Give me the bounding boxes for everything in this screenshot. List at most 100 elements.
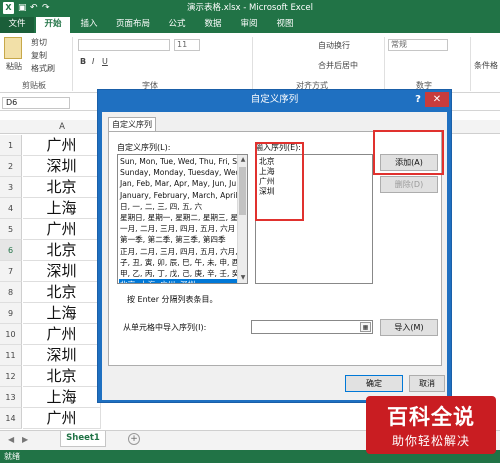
- tab-formulas[interactable]: 公式: [160, 17, 194, 33]
- row-header[interactable]: 11: [0, 345, 22, 366]
- scroll-down-icon[interactable]: ▼: [238, 273, 247, 283]
- tab-file[interactable]: 文件: [0, 17, 34, 33]
- cell-a[interactable]: 上海: [23, 387, 101, 408]
- tab-page-layout[interactable]: 页面布局: [108, 17, 158, 33]
- help-icon[interactable]: ?: [413, 92, 423, 108]
- ribbon: 粘贴 剪切 复制 格式刷 剪贴板 11 B I U 字体 自动换行 合并后居中 …: [0, 33, 500, 93]
- cell-a[interactable]: 北京: [23, 240, 101, 261]
- dialog-body: 自定义序列 自定义序列(L): Sun, Mon, Tue, Wed, Thu,…: [102, 112, 447, 400]
- add-sheet-icon[interactable]: +: [128, 433, 140, 445]
- import-button[interactable]: 导入(M): [380, 319, 438, 336]
- sheet-tab-sheet1[interactable]: Sheet1: [60, 431, 106, 447]
- custom-list-item[interactable]: 日, 一, 二, 三, 四, 五, 六: [119, 201, 237, 212]
- scroll-up-icon[interactable]: ▲: [238, 155, 247, 165]
- window-title: 演示表格.xlsx - Microsoft Excel: [187, 3, 313, 13]
- paste-icon[interactable]: [4, 37, 22, 59]
- custom-list-item[interactable]: 甲, 乙, 丙, 丁, 戊, 己, 庚, 辛, 壬, 癸: [119, 268, 237, 279]
- conditional-format-button[interactable]: 条件格: [474, 60, 498, 71]
- number-format-combo[interactable]: 常规: [388, 39, 448, 51]
- dialog-title: 自定义序列: [250, 94, 299, 105]
- column-header-a[interactable]: A: [23, 120, 101, 134]
- custom-lists-listbox[interactable]: Sun, Mon, Tue, Wed, Thu, Fri, S Sunday, M…: [117, 154, 248, 284]
- select-all-corner[interactable]: [0, 120, 23, 134]
- row-header[interactable]: 8: [0, 282, 22, 303]
- row-header[interactable]: 7: [0, 261, 22, 282]
- paste-button[interactable]: 粘贴: [6, 61, 22, 72]
- cell-a[interactable]: 北京: [23, 177, 101, 198]
- custom-list-item[interactable]: 子, 丑, 寅, 卯, 辰, 巳, 午, 未, 申, 酉: [119, 257, 237, 268]
- tab-home[interactable]: 开始: [36, 17, 70, 33]
- underline-icon[interactable]: U: [102, 57, 108, 66]
- cell-a[interactable]: 广州: [23, 324, 101, 345]
- row-header[interactable]: 14: [0, 408, 22, 429]
- tab-insert[interactable]: 插入: [72, 17, 106, 33]
- scroll-thumb[interactable]: [239, 167, 246, 215]
- bold-icon[interactable]: B: [80, 57, 86, 66]
- copy-button[interactable]: 复制: [31, 50, 47, 61]
- ribbon-separator: [384, 37, 385, 91]
- row-header[interactable]: 9: [0, 303, 22, 324]
- italic-icon[interactable]: I: [92, 57, 94, 66]
- row-header[interactable]: 4: [0, 198, 22, 219]
- row-header[interactable]: 12: [0, 366, 22, 387]
- row-header[interactable]: 2: [0, 156, 22, 177]
- custom-lists-label: 自定义序列(L):: [117, 143, 171, 152]
- name-box[interactable]: D6: [2, 97, 70, 109]
- import-range-input[interactable]: ▦: [251, 320, 373, 334]
- custom-list-item[interactable]: Jan, Feb, Mar, Apr, May, Jun, Ju: [119, 178, 237, 189]
- ribbon-tab-bar: 文件 开始 插入 页面布局 公式 数据 审阅 视图: [0, 16, 500, 33]
- font-name-combo[interactable]: [78, 39, 170, 51]
- cell-a[interactable]: 深圳: [23, 261, 101, 282]
- highlight-add-box: [373, 130, 444, 175]
- custom-list-item[interactable]: 一月, 二月, 三月, 四月, 五月, 六月: [119, 223, 237, 234]
- row-header[interactable]: 3: [0, 177, 22, 198]
- custom-list-item[interactable]: Sun, Mon, Tue, Wed, Thu, Fri, S: [119, 156, 237, 167]
- tab-review[interactable]: 审阅: [232, 17, 266, 33]
- row-header[interactable]: 5: [0, 219, 22, 240]
- cell-a[interactable]: 广州: [23, 408, 101, 429]
- listbox-scrollbar[interactable]: ▲ ▼: [237, 155, 247, 283]
- ok-button[interactable]: 确定: [345, 375, 403, 392]
- cell-a[interactable]: 北京: [23, 366, 101, 387]
- cell-a[interactable]: 广州: [23, 135, 101, 156]
- custom-list-item[interactable]: 北京, 上海, 广州, 深圳: [119, 279, 237, 283]
- import-label: 从单元格中导入序列(I):: [123, 323, 207, 332]
- sheet-next-icon[interactable]: ▶: [22, 435, 28, 444]
- range-picker-icon[interactable]: ▦: [360, 322, 371, 332]
- title-bar: X ▣ ↶ ↷ 演示表格.xlsx - Microsoft Excel: [0, 0, 500, 16]
- row-header[interactable]: 13: [0, 387, 22, 408]
- custom-list-item[interactable]: 星期日, 星期一, 星期二, 星期三, 星: [119, 212, 237, 223]
- tab-view[interactable]: 视图: [268, 17, 302, 33]
- merge-center-button[interactable]: 合并后居中: [318, 60, 358, 71]
- close-icon[interactable]: ✕: [425, 92, 449, 107]
- ribbon-separator: [72, 37, 73, 91]
- cell-a[interactable]: 上海: [23, 198, 101, 219]
- clipboard-group-label: 剪贴板: [22, 81, 46, 90]
- font-size-combo[interactable]: 11: [174, 39, 200, 51]
- cell-a[interactable]: 上海: [23, 303, 101, 324]
- highlight-entries-box: [255, 142, 304, 221]
- watermark-subtitle: 助你轻松解决: [391, 434, 470, 448]
- cell-a[interactable]: 深圳: [23, 345, 101, 366]
- cell-a[interactable]: 广州: [23, 219, 101, 240]
- cell-a[interactable]: 北京: [23, 282, 101, 303]
- cell-a[interactable]: 深圳: [23, 156, 101, 177]
- sheet-prev-icon[interactable]: ◀: [8, 435, 14, 444]
- row-header[interactable]: 10: [0, 324, 22, 345]
- custom-lists-dialog: 自定义序列 ? ✕ 自定义序列 自定义序列(L): Sun, Mon, Tue,…: [97, 89, 452, 403]
- tab-data[interactable]: 数据: [196, 17, 230, 33]
- tab-custom-lists[interactable]: 自定义序列: [108, 117, 156, 132]
- wrap-text-button[interactable]: 自动换行: [318, 40, 350, 51]
- custom-list-item[interactable]: 第一季, 第二季, 第三季, 第四季: [119, 234, 237, 245]
- cancel-button[interactable]: 取消: [409, 375, 445, 392]
- row-header[interactable]: 1: [0, 135, 22, 156]
- delete-button[interactable]: 删除(D): [380, 176, 438, 193]
- cut-button[interactable]: 剪切: [31, 37, 47, 48]
- enter-hint: 按 Enter 分隔列表条目。: [127, 295, 218, 304]
- ribbon-separator: [252, 37, 253, 91]
- custom-list-item[interactable]: January, February, March, April: [119, 190, 237, 201]
- custom-list-item[interactable]: 正月, 二月, 三月, 四月, 五月, 六月,: [119, 246, 237, 257]
- format-painter-button[interactable]: 格式刷: [31, 63, 55, 74]
- custom-list-item[interactable]: Sunday, Monday, Tuesday, Wed: [119, 167, 237, 178]
- row-header[interactable]: 6: [0, 240, 22, 261]
